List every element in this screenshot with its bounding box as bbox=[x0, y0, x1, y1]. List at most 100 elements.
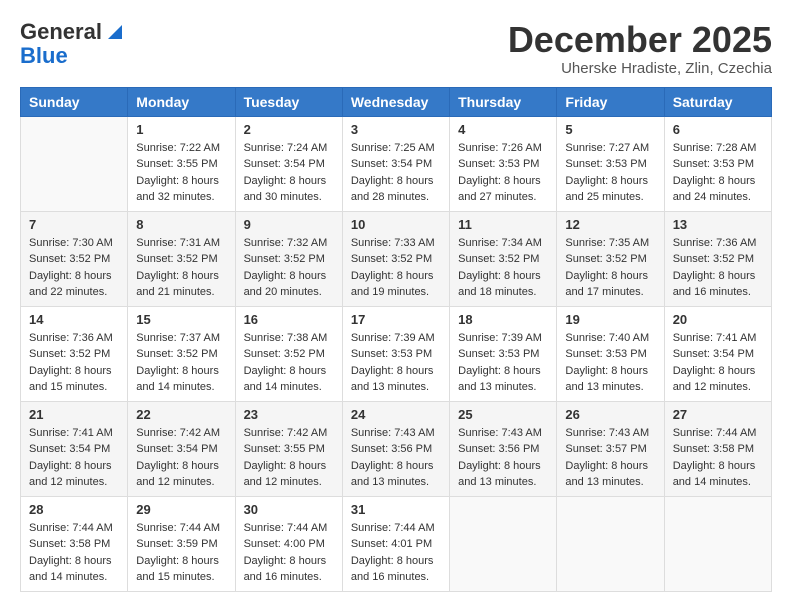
calendar-week-row: 28 Sunrise: 7:44 AMSunset: 3:58 PMDayligh… bbox=[21, 496, 772, 591]
logo: General Blue bbox=[20, 20, 126, 68]
day-info: Sunrise: 7:38 AMSunset: 3:52 PMDaylight:… bbox=[244, 330, 334, 396]
day-number: 24 bbox=[351, 407, 441, 422]
day-number: 6 bbox=[673, 122, 763, 137]
calendar-day-cell: 22 Sunrise: 7:42 AMSunset: 3:54 PMDayligh… bbox=[128, 401, 235, 496]
calendar-day-cell: 10Sunrise: 7:33 AMSunset: 3:52 PMDayligh… bbox=[342, 211, 449, 306]
day-number: 17 bbox=[351, 312, 441, 327]
logo-blue-text: Blue bbox=[20, 44, 126, 68]
day-info: Sunrise: 7:44 AMSunset: 4:00 PMDaylight:… bbox=[244, 520, 334, 586]
day-info: Sunrise: 7:26 AMSunset: 3:53 PMDaylight:… bbox=[458, 140, 548, 206]
day-info: Sunrise: 7:36 AMSunset: 3:52 PMDaylight:… bbox=[29, 330, 119, 396]
calendar-table: SundayMondayTuesdayWednesdayThursdayFrid… bbox=[20, 87, 772, 592]
weekday-header: Sunday bbox=[21, 87, 128, 116]
day-info: Sunrise: 7:22 AMSunset: 3:55 PMDaylight:… bbox=[136, 140, 226, 206]
day-number: 28 bbox=[29, 502, 119, 517]
day-info: Sunrise: 7:25 AMSunset: 3:54 PMDaylight:… bbox=[351, 140, 441, 206]
day-info: Sunrise: 7:43 AMSunset: 3:56 PMDaylight:… bbox=[351, 425, 441, 491]
day-info: Sunrise: 7:28 AMSunset: 3:53 PMDaylight:… bbox=[673, 140, 763, 206]
day-info: Sunrise: 7:35 AMSunset: 3:52 PMDaylight:… bbox=[565, 235, 655, 301]
day-number: 22 bbox=[136, 407, 226, 422]
day-number: 27 bbox=[673, 407, 763, 422]
day-info: Sunrise: 7:44 AMSunset: 3:58 PMDaylight:… bbox=[29, 520, 119, 586]
day-number: 20 bbox=[673, 312, 763, 327]
day-info: Sunrise: 7:43 AMSunset: 3:57 PMDaylight:… bbox=[565, 425, 655, 491]
day-number: 3 bbox=[351, 122, 441, 137]
calendar-day-cell: 29 Sunrise: 7:44 AMSunset: 3:59 PMDayligh… bbox=[128, 496, 235, 591]
calendar-day-cell: 13Sunrise: 7:36 AMSunset: 3:52 PMDayligh… bbox=[664, 211, 771, 306]
calendar-day-cell: 5 Sunrise: 7:27 AMSunset: 3:53 PMDaylight… bbox=[557, 116, 664, 211]
day-number: 8 bbox=[136, 217, 226, 232]
month-title: December 2025 bbox=[508, 20, 772, 60]
calendar-day-cell: 6 Sunrise: 7:28 AMSunset: 3:53 PMDaylight… bbox=[664, 116, 771, 211]
title-block: December 2025 Uherske Hradiste, Zlin, Cz… bbox=[508, 20, 772, 77]
day-info: Sunrise: 7:32 AMSunset: 3:52 PMDaylight:… bbox=[244, 235, 334, 301]
day-number: 16 bbox=[244, 312, 334, 327]
calendar-day-cell: 31 Sunrise: 7:44 AMSunset: 4:01 PMDayligh… bbox=[342, 496, 449, 591]
day-number: 29 bbox=[136, 502, 226, 517]
day-info: Sunrise: 7:27 AMSunset: 3:53 PMDaylight:… bbox=[565, 140, 655, 206]
day-info: Sunrise: 7:31 AMSunset: 3:52 PMDaylight:… bbox=[136, 235, 226, 301]
weekday-header: Wednesday bbox=[342, 87, 449, 116]
calendar-day-cell: 17Sunrise: 7:39 AMSunset: 3:53 PMDayligh… bbox=[342, 306, 449, 401]
day-number: 12 bbox=[565, 217, 655, 232]
calendar-day-cell: 21 Sunrise: 7:41 AMSunset: 3:54 PMDayligh… bbox=[21, 401, 128, 496]
day-info: Sunrise: 7:34 AMSunset: 3:52 PMDaylight:… bbox=[458, 235, 548, 301]
calendar-day-cell bbox=[450, 496, 557, 591]
day-number: 31 bbox=[351, 502, 441, 517]
day-number: 2 bbox=[244, 122, 334, 137]
day-number: 7 bbox=[29, 217, 119, 232]
day-number: 11 bbox=[458, 217, 548, 232]
logo-triangle-icon bbox=[104, 21, 126, 43]
day-number: 30 bbox=[244, 502, 334, 517]
day-info: Sunrise: 7:30 AMSunset: 3:52 PMDaylight:… bbox=[29, 235, 119, 301]
day-info: Sunrise: 7:33 AMSunset: 3:52 PMDaylight:… bbox=[351, 235, 441, 301]
day-number: 14 bbox=[29, 312, 119, 327]
calendar-week-row: 1Sunrise: 7:22 AMSunset: 3:55 PMDaylight… bbox=[21, 116, 772, 211]
calendar-week-row: 14 Sunrise: 7:36 AMSunset: 3:52 PMDayligh… bbox=[21, 306, 772, 401]
day-info: Sunrise: 7:41 AMSunset: 3:54 PMDaylight:… bbox=[29, 425, 119, 491]
day-number: 18 bbox=[458, 312, 548, 327]
day-number: 5 bbox=[565, 122, 655, 137]
calendar-day-cell: 16 Sunrise: 7:38 AMSunset: 3:52 PMDayligh… bbox=[235, 306, 342, 401]
weekday-header: Thursday bbox=[450, 87, 557, 116]
day-number: 19 bbox=[565, 312, 655, 327]
calendar-day-cell: 12 Sunrise: 7:35 AMSunset: 3:52 PMDayligh… bbox=[557, 211, 664, 306]
day-info: Sunrise: 7:44 AMSunset: 4:01 PMDaylight:… bbox=[351, 520, 441, 586]
day-info: Sunrise: 7:44 AMSunset: 3:59 PMDaylight:… bbox=[136, 520, 226, 586]
calendar-day-cell: 7 Sunrise: 7:30 AMSunset: 3:52 PMDaylight… bbox=[21, 211, 128, 306]
calendar-day-cell: 24 Sunrise: 7:43 AMSunset: 3:56 PMDayligh… bbox=[342, 401, 449, 496]
calendar-day-cell: 23 Sunrise: 7:42 AMSunset: 3:55 PMDayligh… bbox=[235, 401, 342, 496]
day-info: Sunrise: 7:42 AMSunset: 3:55 PMDaylight:… bbox=[244, 425, 334, 491]
weekday-header: Tuesday bbox=[235, 87, 342, 116]
calendar-day-cell: 18 Sunrise: 7:39 AMSunset: 3:53 PMDayligh… bbox=[450, 306, 557, 401]
calendar-day-cell: 4 Sunrise: 7:26 AMSunset: 3:53 PMDaylight… bbox=[450, 116, 557, 211]
calendar-day-cell: 3 Sunrise: 7:25 AMSunset: 3:54 PMDaylight… bbox=[342, 116, 449, 211]
weekday-header: Saturday bbox=[664, 87, 771, 116]
logo-general-text: General bbox=[20, 20, 102, 44]
day-number: 26 bbox=[565, 407, 655, 422]
day-number: 4 bbox=[458, 122, 548, 137]
day-info: Sunrise: 7:41 AMSunset: 3:54 PMDaylight:… bbox=[673, 330, 763, 396]
weekday-header: Friday bbox=[557, 87, 664, 116]
calendar-day-cell bbox=[664, 496, 771, 591]
day-number: 23 bbox=[244, 407, 334, 422]
calendar-day-cell: 26 Sunrise: 7:43 AMSunset: 3:57 PMDayligh… bbox=[557, 401, 664, 496]
calendar-day-cell bbox=[557, 496, 664, 591]
calendar-day-cell: 20 Sunrise: 7:41 AMSunset: 3:54 PMDayligh… bbox=[664, 306, 771, 401]
calendar-day-cell bbox=[21, 116, 128, 211]
weekday-header: Monday bbox=[128, 87, 235, 116]
calendar-day-cell: 2Sunrise: 7:24 AMSunset: 3:54 PMDaylight… bbox=[235, 116, 342, 211]
day-number: 13 bbox=[673, 217, 763, 232]
calendar-day-cell: 9 Sunrise: 7:32 AMSunset: 3:52 PMDaylight… bbox=[235, 211, 342, 306]
day-number: 9 bbox=[244, 217, 334, 232]
day-info: Sunrise: 7:44 AMSunset: 3:58 PMDaylight:… bbox=[673, 425, 763, 491]
calendar-header-row: SundayMondayTuesdayWednesdayThursdayFrid… bbox=[21, 87, 772, 116]
calendar-day-cell: 15Sunrise: 7:37 AMSunset: 3:52 PMDayligh… bbox=[128, 306, 235, 401]
calendar-day-cell: 19 Sunrise: 7:40 AMSunset: 3:53 PMDayligh… bbox=[557, 306, 664, 401]
day-info: Sunrise: 7:39 AMSunset: 3:53 PMDaylight:… bbox=[458, 330, 548, 396]
day-info: Sunrise: 7:40 AMSunset: 3:53 PMDaylight:… bbox=[565, 330, 655, 396]
day-number: 25 bbox=[458, 407, 548, 422]
day-info: Sunrise: 7:42 AMSunset: 3:54 PMDaylight:… bbox=[136, 425, 226, 491]
day-number: 21 bbox=[29, 407, 119, 422]
location-subtitle: Uherske Hradiste, Zlin, Czechia bbox=[508, 60, 772, 77]
